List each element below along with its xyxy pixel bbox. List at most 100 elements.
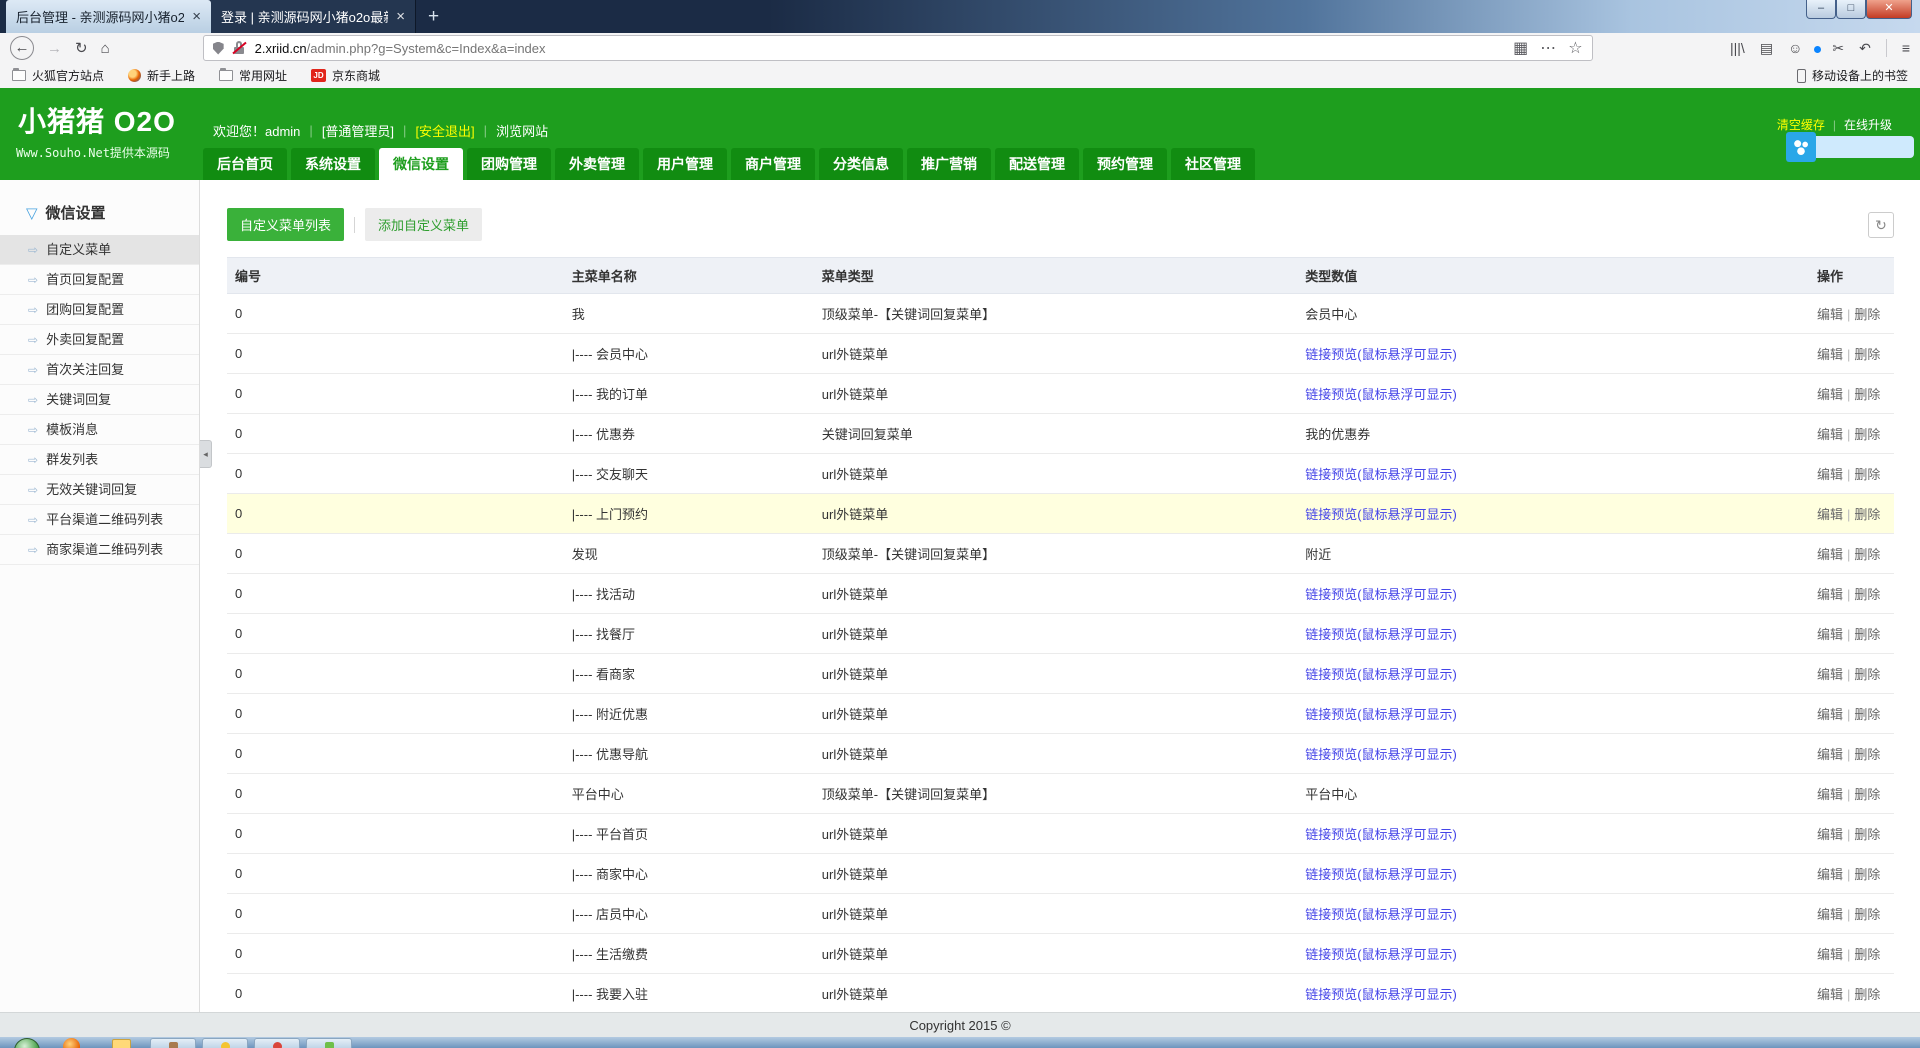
type-value-text[interactable]: 链接预览(鼠标悬浮可显示) xyxy=(1305,467,1457,482)
delete-link[interactable]: 删除 xyxy=(1854,467,1880,482)
start-button[interactable] xyxy=(14,1038,40,1048)
type-value-text[interactable]: 链接预览(鼠标悬浮可显示) xyxy=(1305,667,1457,682)
browse-site-link[interactable]: 浏览网站 xyxy=(496,121,548,140)
edit-link[interactable]: 编辑 xyxy=(1817,787,1843,802)
edit-link[interactable]: 编辑 xyxy=(1817,587,1843,602)
edit-link[interactable]: 编辑 xyxy=(1817,387,1843,402)
delete-link[interactable]: 删除 xyxy=(1854,507,1880,522)
nav-tab[interactable]: 商户管理 xyxy=(731,148,815,180)
sidebar-item[interactable]: ⇨ 团购回复配置 xyxy=(0,295,199,325)
bookmark-item[interactable]: 常用网址 xyxy=(219,67,287,84)
type-value-text[interactable]: 链接预览(鼠标悬浮可显示) xyxy=(1305,747,1457,762)
share-widget[interactable] xyxy=(1786,132,1914,162)
new-tab-button[interactable]: + xyxy=(416,6,451,28)
type-value-text[interactable]: 链接预览(鼠标悬浮可显示) xyxy=(1305,987,1457,1002)
tab-close-icon[interactable]: × xyxy=(192,8,201,25)
delete-link[interactable]: 删除 xyxy=(1854,307,1880,322)
delete-link[interactable]: 删除 xyxy=(1854,987,1880,1002)
type-value-text[interactable]: 链接预览(鼠标悬浮可显示) xyxy=(1305,587,1457,602)
maximize-button[interactable]: □ xyxy=(1836,0,1866,19)
sidebar-item[interactable]: ⇨ 群发列表 xyxy=(0,445,199,475)
nav-tab[interactable]: 团购管理 xyxy=(467,148,551,180)
type-value-text[interactable]: 链接预览(鼠标悬浮可显示) xyxy=(1305,627,1457,642)
delete-link[interactable]: 删除 xyxy=(1854,787,1880,802)
browser-tab[interactable]: 后台管理 - 亲测源码网小猪o2o最新 × xyxy=(6,0,211,33)
sidebar-toggle-icon[interactable]: ▤ xyxy=(1760,40,1773,57)
delete-link[interactable]: 删除 xyxy=(1854,947,1880,962)
taskbar-item[interactable] xyxy=(306,1038,352,1048)
type-value-text[interactable]: 链接预览(鼠标悬浮可显示) xyxy=(1305,507,1457,522)
edit-link[interactable]: 编辑 xyxy=(1817,947,1843,962)
taskbar-item[interactable] xyxy=(202,1038,248,1048)
delete-link[interactable]: 删除 xyxy=(1854,867,1880,882)
bookmark-star-icon[interactable]: ☆ xyxy=(1568,38,1582,58)
sidebar-item[interactable]: ⇨ 首页回复配置 xyxy=(0,265,199,295)
edit-link[interactable]: 编辑 xyxy=(1817,627,1843,642)
edit-link[interactable]: 编辑 xyxy=(1817,907,1843,922)
restore-session-icon[interactable]: ↶ xyxy=(1859,40,1871,57)
edit-link[interactable]: 编辑 xyxy=(1817,987,1843,1002)
taskbar-item[interactable] xyxy=(254,1038,300,1048)
delete-link[interactable]: 删除 xyxy=(1854,427,1880,442)
back-icon[interactable]: ← xyxy=(10,36,34,60)
delete-link[interactable]: 删除 xyxy=(1854,347,1880,362)
sidebar-item[interactable]: ⇨ 自定义菜单 xyxy=(0,235,199,265)
taskbar-firefox-icon[interactable] xyxy=(63,1038,80,1048)
nav-tab[interactable]: 配送管理 xyxy=(995,148,1079,180)
edit-link[interactable]: 编辑 xyxy=(1817,347,1843,362)
mobile-bookmarks[interactable]: 移动设备上的书签 xyxy=(1797,67,1908,84)
nav-tab[interactable]: 社区管理 xyxy=(1171,148,1255,180)
sidebar-item[interactable]: ⇨ 外卖回复配置 xyxy=(0,325,199,355)
tab-close-icon[interactable]: × xyxy=(396,8,405,25)
reload-icon[interactable]: ↻ xyxy=(75,41,88,56)
type-value-text[interactable]: 链接预览(鼠标悬浮可显示) xyxy=(1305,907,1457,922)
clear-cache-link[interactable]: 清空缓存 xyxy=(1777,116,1825,133)
taskbar-folder-icon[interactable] xyxy=(112,1039,131,1048)
online-upgrade-link[interactable]: 在线升级 xyxy=(1844,116,1892,133)
refresh-button[interactable]: ↻ xyxy=(1868,212,1894,238)
minimize-button[interactable]: – xyxy=(1806,0,1836,19)
add-menu-tab-button[interactable]: 添加自定义菜单 xyxy=(365,208,482,241)
browser-tab[interactable]: 登录 | 亲测源码网小猪o2o最新V2.8 × xyxy=(211,0,416,33)
nav-tab[interactable]: 外卖管理 xyxy=(555,148,639,180)
delete-link[interactable]: 删除 xyxy=(1854,547,1880,562)
edit-link[interactable]: 编辑 xyxy=(1817,427,1843,442)
edit-link[interactable]: 编辑 xyxy=(1817,507,1843,522)
edit-link[interactable]: 编辑 xyxy=(1817,667,1843,682)
page-actions-icon[interactable]: ⋯ xyxy=(1540,38,1556,58)
delete-link[interactable]: 删除 xyxy=(1854,387,1880,402)
delete-link[interactable]: 删除 xyxy=(1854,587,1880,602)
edit-link[interactable]: 编辑 xyxy=(1817,867,1843,882)
menu-icon[interactable]: ≡ xyxy=(1902,40,1910,56)
type-value-text[interactable]: 链接预览(鼠标悬浮可显示) xyxy=(1305,707,1457,722)
bookmark-item[interactable]: 新手上路 xyxy=(128,67,195,84)
nav-tab[interactable]: 微信设置 xyxy=(379,148,463,180)
edit-link[interactable]: 编辑 xyxy=(1817,827,1843,842)
url-bar[interactable]: 2.xriid.cn/admin.php?g=System&c=Index&a=… xyxy=(203,35,1593,61)
sidebar-item[interactable]: ⇨ 首次关注回复 xyxy=(0,355,199,385)
library-icon[interactable]: |||\ xyxy=(1730,40,1745,56)
taskbar-item[interactable] xyxy=(150,1038,196,1048)
logout-link[interactable]: [安全退出] xyxy=(415,121,474,140)
sidebar-item[interactable]: ⇨ 商家渠道二维码列表 xyxy=(0,535,199,565)
close-button[interactable]: ✕ xyxy=(1866,0,1912,19)
nav-tab[interactable]: 后台首页 xyxy=(203,148,287,180)
type-value-text[interactable]: 链接预览(鼠标悬浮可显示) xyxy=(1305,387,1457,402)
nav-tab[interactable]: 用户管理 xyxy=(643,148,727,180)
insecure-lock-icon[interactable] xyxy=(232,41,247,55)
tracking-shield-icon[interactable] xyxy=(213,42,224,55)
sidebar-item[interactable]: ⇨ 关键词回复 xyxy=(0,385,199,415)
nav-tab[interactable]: 系统设置 xyxy=(291,148,375,180)
delete-link[interactable]: 删除 xyxy=(1854,907,1880,922)
bookmark-item[interactable]: 火狐官方站点 xyxy=(12,67,104,84)
nav-tab[interactable]: 预约管理 xyxy=(1083,148,1167,180)
nav-tab[interactable]: 推广营销 xyxy=(907,148,991,180)
edit-link[interactable]: 编辑 xyxy=(1817,747,1843,762)
delete-link[interactable]: 删除 xyxy=(1854,667,1880,682)
edit-link[interactable]: 编辑 xyxy=(1817,707,1843,722)
account-icon[interactable]: ☺ xyxy=(1788,40,1802,56)
screenshot-icon[interactable]: ✂ xyxy=(1832,40,1844,57)
type-value-text[interactable]: 链接预览(鼠标悬浮可显示) xyxy=(1305,347,1457,362)
sidebar-item[interactable]: ⇨ 平台渠道二维码列表 xyxy=(0,505,199,535)
edit-link[interactable]: 编辑 xyxy=(1817,307,1843,322)
